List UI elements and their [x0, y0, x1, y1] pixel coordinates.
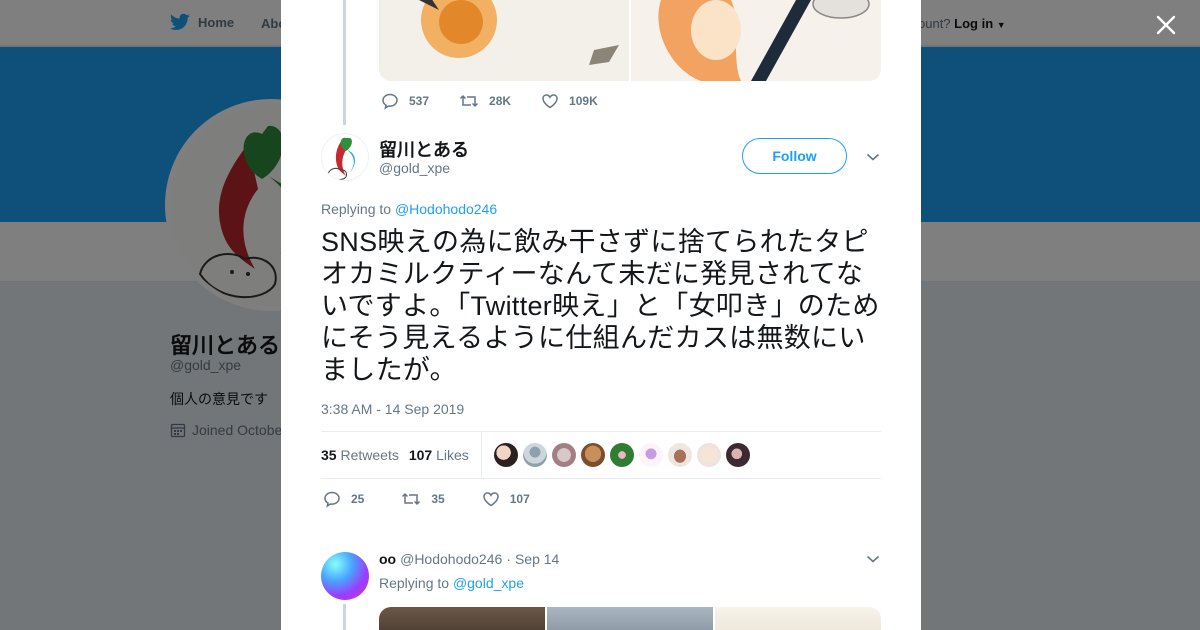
reply-author-avatar[interactable]	[321, 552, 369, 600]
close-icon[interactable]	[1153, 12, 1179, 38]
reply-count: 25	[351, 492, 365, 506]
follow-button[interactable]: Follow	[742, 138, 847, 174]
reply-author-handle[interactable]: @Hodohodo246	[400, 551, 502, 567]
reply-image-1[interactable]	[379, 607, 545, 630]
liker-avatar[interactable]	[668, 443, 692, 467]
reply-header: oo @Hodohodo246 · Sep 14	[379, 551, 559, 567]
likes-stat-label: Likes	[436, 447, 469, 463]
tweet-actions: 25 35 107	[323, 490, 530, 508]
tweet-text: SNS映えの為に飲み干さずに捨てられたタピオカミルクティーなんて未だに発見されて…	[321, 227, 880, 385]
retweet-action[interactable]: 35	[401, 490, 445, 508]
reply-author-name[interactable]: oo	[379, 551, 396, 567]
reply-replying-to: Replying to @gold_xpe	[379, 575, 524, 591]
reply-icon	[324, 491, 340, 508]
tweet-stats: 35 Retweets 107 Likes	[321, 431, 881, 479]
thread-line-bottom	[343, 604, 346, 630]
replying-to: Replying to @Hodohodo246	[321, 201, 497, 217]
likes-stat-count: 107	[408, 447, 433, 463]
reply-separator: ·	[506, 551, 511, 567]
tweet-timestamp[interactable]: 3:38 AM - 14 Sep 2019	[321, 401, 464, 417]
chevron-down-icon[interactable]	[866, 554, 880, 564]
author-name[interactable]: 留川とある	[379, 136, 469, 162]
liker-avatar[interactable]	[523, 443, 547, 467]
replying-to-handle[interactable]: @Hodohodo246	[395, 201, 497, 217]
liker-avatar[interactable]	[552, 443, 576, 467]
thread-line-top	[343, 0, 346, 125]
liker-avatar[interactable]	[697, 443, 721, 467]
previous-tweet-image-1[interactable]	[379, 0, 629, 81]
retweets-stat-count: 35	[321, 447, 337, 463]
like-count: 109K	[569, 94, 598, 108]
reply-replying-handle[interactable]: @gold_xpe	[453, 575, 524, 591]
reply-count: 537	[409, 94, 430, 108]
reply-replying-prefix: Replying to	[379, 575, 450, 591]
reply-action[interactable]: 537	[381, 92, 429, 110]
chevron-down-icon[interactable]	[866, 152, 880, 162]
reply-date[interactable]: Sep 14	[515, 551, 559, 567]
retweet-count: 35	[431, 492, 445, 506]
heart-icon	[542, 94, 558, 109]
previous-tweet-media[interactable]	[379, 0, 881, 81]
liker-avatar[interactable]	[581, 443, 605, 467]
retweet-count: 28K	[489, 94, 512, 108]
author-avatar-art	[327, 137, 356, 180]
retweet-icon	[460, 94, 479, 108]
stat-counts: 35 Retweets 107 Likes	[321, 447, 469, 463]
retweets-stat[interactable]: 35 Retweets	[321, 447, 399, 463]
stats-divider	[481, 432, 482, 478]
previous-tweet-image-2[interactable]	[631, 0, 881, 81]
retweet-icon	[402, 492, 421, 506]
reply-icon	[382, 93, 398, 110]
like-count: 107	[509, 492, 530, 506]
liker-avatar[interactable]	[639, 443, 663, 467]
previous-tweet-actions: 537 28K 109K	[381, 92, 598, 110]
liker-avatar[interactable]	[494, 443, 518, 467]
like-action[interactable]: 109K	[541, 92, 598, 110]
reply-image-2[interactable]	[547, 607, 713, 630]
author-handle[interactable]: @gold_xpe	[379, 160, 450, 176]
replying-to-prefix: Replying to	[321, 201, 392, 217]
reply-action[interactable]: 25	[323, 490, 364, 508]
reply-image-3[interactable]	[715, 607, 881, 630]
previous-tweet-image-1-art	[419, 0, 619, 65]
likes-stat[interactable]: 107 Likes	[409, 447, 469, 463]
like-action[interactable]: 107	[482, 490, 530, 508]
tweet-modal: 537 28K 109K 留川とある @gold_xpe Follow Repl…	[281, 0, 921, 630]
liker-avatar[interactable]	[726, 443, 750, 467]
retweets-stat-label: Retweets	[340, 447, 399, 463]
previous-tweet-image-2-art	[658, 0, 870, 81]
liker-avatars	[494, 443, 750, 467]
heart-icon	[482, 492, 499, 507]
author-avatar[interactable]	[321, 133, 369, 181]
retweet-action[interactable]: 28K	[459, 92, 511, 110]
liker-avatar[interactable]	[610, 443, 634, 467]
reply-media[interactable]	[379, 607, 881, 630]
